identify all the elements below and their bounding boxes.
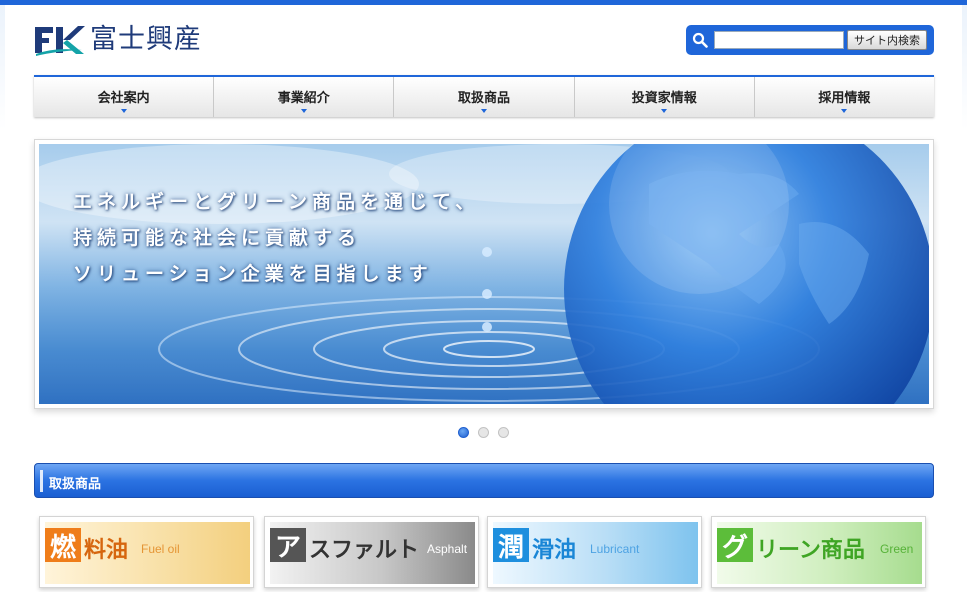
hero-tagline-line-2: 持続可能な社会に貢献する bbox=[73, 227, 362, 249]
product-name: 滑油 bbox=[532, 538, 577, 563]
caret-down-icon bbox=[841, 109, 848, 113]
product-box-char: 燃 bbox=[45, 528, 81, 563]
search-input[interactable] bbox=[714, 31, 844, 49]
global-nav: 会社案内 事業紹介 取扱商品 投資家情報 採用情報 bbox=[34, 75, 934, 117]
section-accent-bar bbox=[40, 470, 43, 492]
site-search-button[interactable]: サイト内検索 bbox=[847, 30, 927, 50]
slider-pagination bbox=[458, 427, 509, 438]
hero-tagline-line-3: ソリューション企業を目指します bbox=[73, 263, 433, 285]
nav-item-recruit[interactable]: 採用情報 bbox=[755, 77, 934, 117]
nav-item-products[interactable]: 取扱商品 bbox=[394, 77, 575, 117]
product-english: Lubricant bbox=[590, 542, 640, 556]
product-banner: 潤 滑油 Lubricant bbox=[493, 522, 698, 584]
product-asphalt[interactable]: ア スファルト Asphalt bbox=[264, 516, 479, 588]
caret-down-icon bbox=[661, 109, 668, 113]
product-fuel-oil[interactable]: 燃 料油 Fuel oil bbox=[39, 516, 254, 588]
product-banner: 燃 料油 Fuel oil bbox=[45, 522, 250, 584]
search-icon[interactable] bbox=[686, 25, 714, 55]
slide-dot-2[interactable] bbox=[478, 427, 489, 438]
product-box-char: 潤 bbox=[493, 528, 529, 563]
slide-dot-1[interactable] bbox=[458, 427, 469, 438]
product-name: スファルト bbox=[309, 538, 420, 563]
section-title: 取扱商品 bbox=[49, 477, 102, 492]
product-english: Green bbox=[880, 542, 914, 556]
product-lubricant[interactable]: 潤 滑油 Lubricant bbox=[487, 516, 702, 588]
product-box-char: ア bbox=[270, 528, 306, 563]
hero-image[interactable]: エネルギーとグリーン商品を通じて、 持続可能な社会に貢献する ソリューション企業… bbox=[39, 144, 929, 404]
company-name: 富士興産 bbox=[90, 24, 202, 55]
product-box-char: グ bbox=[717, 528, 753, 563]
product-banner: ア スファルト Asphalt bbox=[270, 522, 475, 584]
nav-item-label: 会社案内 bbox=[97, 91, 150, 106]
nav-item-label: 事業紹介 bbox=[277, 91, 330, 106]
product-banner: グ リーン商品 Green bbox=[717, 522, 922, 584]
nav-item-company[interactable]: 会社案内 bbox=[34, 77, 215, 117]
nav-item-business[interactable]: 事業紹介 bbox=[214, 77, 395, 117]
caret-down-icon bbox=[481, 109, 487, 113]
product-name: リーン商品 bbox=[756, 538, 865, 563]
product-name: 料油 bbox=[84, 538, 129, 563]
nav-item-label: 採用情報 bbox=[818, 91, 871, 106]
fk-logo-mark-icon bbox=[35, 26, 85, 56]
nav-item-label: 取扱商品 bbox=[458, 91, 511, 106]
caret-down-icon bbox=[300, 109, 307, 113]
product-english: Asphalt bbox=[427, 542, 468, 556]
product-english: Fuel oil bbox=[141, 542, 180, 556]
company-logo[interactable]: 富士興産 bbox=[34, 23, 202, 57]
slide-dot-3[interactable] bbox=[498, 427, 509, 438]
nav-item-label: 投資家情報 bbox=[631, 91, 697, 106]
hero-slider: エネルギーとグリーン商品を通じて、 持続可能な社会に貢献する ソリューション企業… bbox=[34, 139, 934, 409]
site-search: サイト内検索 bbox=[686, 25, 934, 55]
product-green[interactable]: グ リーン商品 Green bbox=[711, 516, 926, 588]
hero-tagline-line-1: エネルギーとグリーン商品を通じて、 bbox=[73, 191, 480, 213]
nav-item-investors[interactable]: 投資家情報 bbox=[575, 77, 755, 117]
page: 富士興産 サイト内検索 会社案内 事業紹介 取扱商品 投資家情報 採用情報 エネ… bbox=[5, 5, 962, 592]
products-section-header: 取扱商品 bbox=[34, 463, 934, 498]
caret-down-icon bbox=[120, 109, 127, 113]
